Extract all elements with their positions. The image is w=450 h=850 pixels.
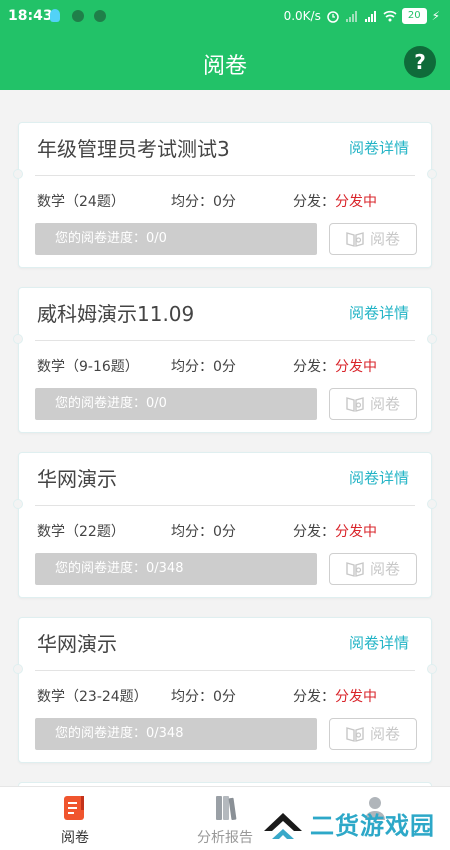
distribution-status: 分发中: [335, 689, 377, 705]
grade-button-label: 阅卷: [369, 230, 400, 248]
card-notch: [427, 334, 437, 344]
average-score: 均分：0分: [171, 359, 236, 375]
distribution-label: 分发：: [293, 359, 335, 375]
card-notch: [13, 664, 23, 674]
grading-progress-bar: 您的阅卷进度：0/348: [35, 553, 317, 585]
distribution-status: 分发中: [335, 194, 377, 210]
alarm-icon: [327, 11, 339, 23]
grading-detail-link[interactable]: 阅卷详情: [349, 467, 409, 488]
divider: [35, 175, 415, 176]
average-score: 均分：0分: [171, 194, 236, 210]
wifi-icon: [383, 10, 397, 22]
signal-hd-icon: [364, 11, 376, 22]
grade-button[interactable]: 阅卷: [329, 223, 417, 255]
help-button[interactable]: ?: [404, 46, 436, 78]
distribution-status: 分发中: [335, 359, 377, 375]
exam-card[interactable]: 华网演示 阅卷详情 数学（23-24题） 均分：0分 分发：分发中 您的阅卷进度…: [13, 617, 437, 763]
grading-icon: [64, 796, 84, 820]
grading-book-icon: [346, 232, 364, 247]
tab-grading-label: 阅卷: [61, 830, 89, 846]
divider: [35, 505, 415, 506]
notification-dot-icon: [94, 10, 106, 22]
exam-title: 华网演示: [37, 632, 117, 656]
grading-progress-bar: 您的阅卷进度：0/0: [35, 388, 317, 420]
card-notch: [13, 499, 23, 509]
card-notch: [427, 169, 437, 179]
subject-info: 数学（22题）: [37, 524, 125, 540]
exam-title: 年级管理员考试测试3: [37, 137, 230, 161]
distribution-status: 分发中: [335, 524, 377, 540]
distribution-info: 分发：分发中: [293, 686, 377, 706]
grading-book-icon: [346, 397, 364, 412]
report-books-icon: [216, 796, 237, 821]
tab-analysis-label: 分析报告: [197, 830, 253, 846]
page-title: 阅卷: [202, 54, 247, 79]
subject-info: 数学（9-16题）: [37, 359, 139, 375]
watermark-logo-icon: [264, 812, 302, 839]
exam-card[interactable]: 年级管理员考试测试3 阅卷详情 数学（24题） 均分：0分 分发：分发中 您的阅…: [13, 122, 437, 268]
net-speed: 0.0K/s: [283, 9, 321, 23]
divider: [35, 340, 415, 341]
grade-button-label: 阅卷: [369, 725, 400, 743]
grading-progress-bar: 您的阅卷进度：0/348: [35, 718, 317, 750]
exam-card[interactable]: 威科姆演示11.09 阅卷详情 数学（9-16题） 均分：0分 分发：分发中 您…: [13, 287, 437, 433]
distribution-info: 分发：分发中: [293, 191, 377, 211]
card-notch: [427, 664, 437, 674]
watermark: 二货游戏园: [262, 806, 435, 841]
grade-button-label: 阅卷: [369, 560, 400, 578]
distribution-label: 分发：: [293, 689, 335, 705]
average-score: 均分：0分: [171, 524, 236, 540]
distribution-label: 分发：: [293, 524, 335, 540]
card-notch: [13, 334, 23, 344]
subject-info: 数学（23-24题）: [37, 689, 148, 705]
grading-detail-link[interactable]: 阅卷详情: [349, 137, 409, 158]
exam-title: 威科姆演示11.09: [37, 302, 195, 326]
grading-book-icon: [346, 727, 364, 742]
tab-grading[interactable]: 阅卷: [15, 793, 135, 847]
app-header: 阅卷 ?: [0, 34, 450, 90]
distribution-label: 分发：: [293, 194, 335, 210]
status-bar: 18:43 0.0K/s 20 ⚡: [0, 0, 450, 34]
status-right: 0.0K/s 20 ⚡: [284, 8, 440, 24]
grade-button[interactable]: 阅卷: [329, 553, 417, 585]
exam-title: 华网演示: [37, 467, 117, 491]
signal-icon: [345, 11, 357, 22]
qq-notification-icon: [50, 9, 60, 22]
distribution-info: 分发：分发中: [293, 521, 377, 541]
grading-progress-bar: 您的阅卷进度：0/0: [35, 223, 317, 255]
grade-button[interactable]: 阅卷: [329, 388, 417, 420]
card-notch: [427, 499, 437, 509]
grading-detail-link[interactable]: 阅卷详情: [349, 302, 409, 323]
card-notch: [13, 169, 23, 179]
watermark-text: 二货游戏园: [310, 812, 435, 840]
divider: [35, 670, 415, 671]
grading-book-icon: [346, 562, 364, 577]
battery-icon: 20: [401, 8, 427, 24]
grading-detail-link[interactable]: 阅卷详情: [349, 632, 409, 653]
charging-icon: ⚡: [431, 9, 440, 23]
subject-info: 数学（24题）: [37, 194, 125, 210]
grade-button-label: 阅卷: [369, 395, 400, 413]
average-score: 均分：0分: [171, 689, 236, 705]
distribution-info: 分发：分发中: [293, 356, 377, 376]
status-time: 18:43: [8, 8, 53, 24]
grade-button[interactable]: 阅卷: [329, 718, 417, 750]
notification-dot-icon: [72, 10, 84, 22]
exam-list[interactable]: 年级管理员考试测试3 阅卷详情 数学（24题） 均分：0分 分发：分发中 您的阅…: [0, 90, 450, 786]
exam-card[interactable]: 华网演示 阅卷详情 数学（22题） 均分：0分 分发：分发中 您的阅卷进度：0/…: [13, 452, 437, 598]
